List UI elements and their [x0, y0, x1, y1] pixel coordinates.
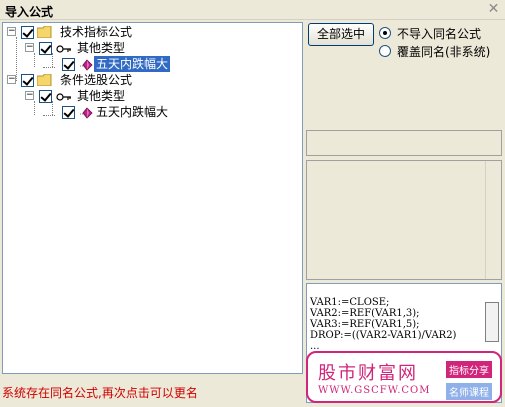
tree-connector: [34, 53, 35, 67]
tree-connector: [16, 37, 17, 81]
collapse-toggle-tech-other[interactable]: −: [25, 43, 34, 52]
window-title: 导入公式: [5, 5, 54, 19]
code-line: DROP:=((VAR2-VAR1)/VAR2): [310, 330, 457, 341]
tree-connector: [52, 53, 53, 67]
formula-tree[interactable]: − 技术指标公式 − 其他类型 五天内跌幅大 − 条件选股公式 − 其他类型 五…: [2, 22, 303, 374]
watermark-tag-course: 名师课程: [446, 383, 492, 400]
code-line: VAR2:=REF(VAR1,3);: [310, 308, 420, 319]
site-watermark: 股市财富网 WWW.GSCFW.COM 指标分享 名师课程: [306, 351, 502, 403]
tree-node-label[interactable]: 五天内跌幅大: [94, 104, 170, 120]
formula-gem-icon: [80, 59, 93, 71]
checkbox-tech-other[interactable]: [39, 42, 52, 55]
status-message: 系统存在同名公式,再次点击可以更名: [2, 386, 198, 400]
radio-label: 覆盖同名(非系统): [397, 44, 491, 59]
radio-skip-duplicates[interactable]: 不导入同名公式: [379, 25, 481, 41]
code-scrollbar-thumb[interactable]: [485, 302, 499, 342]
tree-connector: [52, 101, 53, 115]
folder-icon: [37, 26, 52, 38]
key-icon: [56, 93, 71, 101]
tree-connector: [43, 67, 55, 68]
checkbox-formula-item[interactable]: [62, 58, 75, 71]
tree-node-label[interactable]: 其他类型: [75, 88, 127, 104]
collapse-toggle-screening[interactable]: −: [7, 75, 16, 84]
collapse-toggle-tech[interactable]: −: [7, 27, 16, 36]
tree-node-label[interactable]: 技术指标公式: [58, 24, 134, 40]
scrollbar-track[interactable]: [485, 161, 501, 279]
checkbox-screening-formulas[interactable]: [21, 74, 34, 87]
tree-node-label[interactable]: 其他类型: [75, 40, 127, 56]
tree-node-label-selected[interactable]: 五天内跌幅大: [92, 55, 172, 73]
tree-connector: [34, 101, 35, 115]
radio-dot[interactable]: [379, 45, 391, 57]
key-icon: [56, 45, 71, 53]
code-line: VAR3:=REF(VAR1,5);: [310, 319, 420, 330]
code-line: VAR1:=CLOSE;: [310, 297, 390, 308]
formula-gem-icon: [80, 107, 93, 119]
checkbox-tech-formulas[interactable]: [21, 26, 34, 39]
checkbox-screening-other[interactable]: [39, 90, 52, 103]
tree-connector: [43, 115, 55, 116]
radio-label: 不导入同名公式: [397, 26, 482, 41]
formula-description-area[interactable]: [306, 160, 502, 280]
close-icon[interactable]: ✕: [486, 2, 501, 17]
watermark-url: WWW.GSCFW.COM: [318, 385, 431, 396]
folder-icon: [37, 74, 52, 86]
select-all-button[interactable]: 全部选中: [308, 23, 374, 46]
radio-dot[interactable]: [379, 27, 391, 39]
formula-name-field[interactable]: [306, 130, 502, 156]
watermark-tag-share: 指标分享: [446, 361, 492, 378]
checkbox-formula-item[interactable]: [62, 106, 75, 119]
collapse-toggle-screening-other[interactable]: −: [25, 91, 34, 100]
tree-node-label[interactable]: 条件选股公式: [58, 72, 134, 88]
code-lines: VAR1:=CLOSE; VAR2:=REF(VAR1,3); VAR3:=RE…: [307, 297, 456, 352]
watermark-brand: 股市财富网: [318, 363, 418, 384]
title-bar: 导入公式 ✕: [0, 0, 505, 20]
radio-overwrite-duplicates[interactable]: 覆盖同名(非系统): [379, 43, 490, 59]
